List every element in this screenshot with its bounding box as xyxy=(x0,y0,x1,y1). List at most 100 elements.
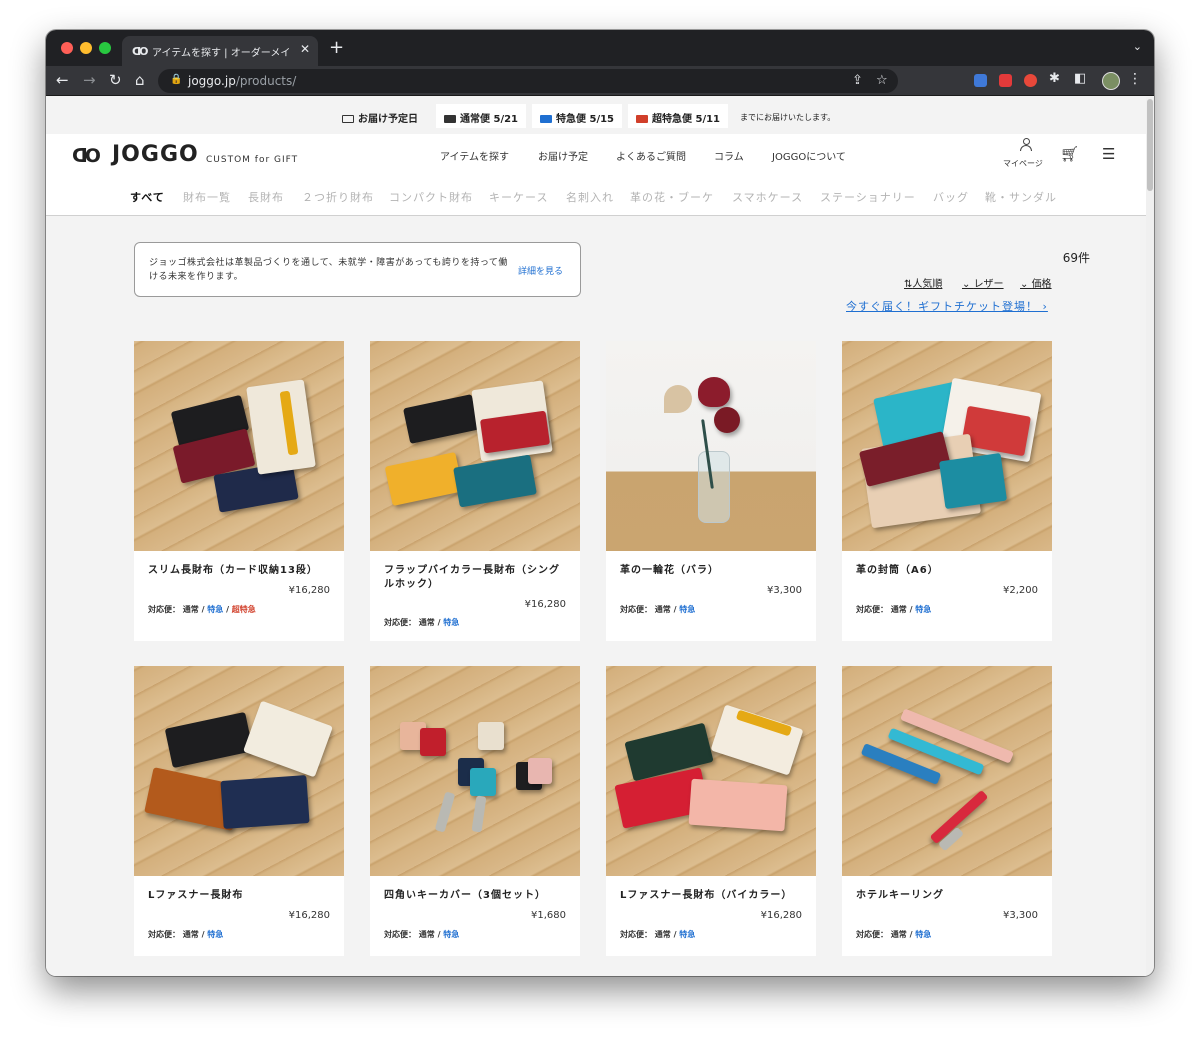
browser-window: ꓷO アイテムを探す | オーダーメイド革 ✕ + ⌄ ← → ↻ ⌂ 🔒 jo… xyxy=(46,30,1154,976)
nav-item-delivery[interactable]: お届け予定 xyxy=(538,148,588,163)
category-leather-flowers[interactable]: 革の花・ブーケ xyxy=(630,189,714,205)
tab-search-chevron-icon[interactable]: ⌄ xyxy=(1133,40,1142,53)
notice-details-link[interactable]: 詳細を見る xyxy=(518,264,563,277)
delivery-bar: お届け予定日 通常便 5/21 特急便 5/15 超特急便 5/11 までにお届… xyxy=(46,97,1146,134)
product-image[interactable] xyxy=(842,666,1052,876)
product-name[interactable]: 革の封筒（A6） xyxy=(856,564,1040,578)
tab-strip: ꓷO アイテムを探す | オーダーメイド革 ✕ + ⌄ xyxy=(46,30,1154,66)
joggo-logo-icon[interactable]: ꓷO xyxy=(72,145,101,167)
product-image[interactable] xyxy=(606,341,816,551)
mission-notice: ジョッゴ株式会社は革製品づくりを通して、未就学・障害があっても誇りを持って働ける… xyxy=(134,242,581,297)
filter-price-dropdown[interactable]: ⌄ 価格 xyxy=(1020,275,1052,290)
gift-ticket-link[interactable]: 今すぐ届く！ギフトチケット登場！ › xyxy=(846,298,1048,314)
share-icon[interactable]: ⇪ xyxy=(852,73,863,88)
logo[interactable]: JOGGO xyxy=(112,142,199,167)
normal-delivery-badge: 通常便 5/21 xyxy=(436,104,527,128)
extension-blue-icon[interactable] xyxy=(974,74,987,87)
web-page: お届け予定日 通常便 5/21 特急便 5/15 超特急便 5/11 までにお届… xyxy=(46,97,1146,976)
product-price: ¥1,680 xyxy=(531,910,566,921)
nav-item-products[interactable]: アイテムを探す xyxy=(440,148,509,163)
scrollbar-thumb[interactable] xyxy=(1147,99,1153,191)
cart-icon[interactable]: 🛒︎ xyxy=(1060,145,1079,163)
profile-avatar[interactable] xyxy=(1102,72,1120,90)
sort-popular-button[interactable]: ⇅人気順 xyxy=(904,275,942,290)
close-window-button[interactable] xyxy=(61,42,73,54)
product-name[interactable]: 四角いキーカバー（3個セット） xyxy=(384,889,568,903)
product-name[interactable]: Lファスナー長財布（バイカラー） xyxy=(620,889,804,903)
hamburger-menu-icon[interactable]: ☰ xyxy=(1102,145,1115,163)
forward-arrow-icon[interactable]: → xyxy=(83,71,96,89)
product-image[interactable] xyxy=(134,666,344,876)
product-name[interactable]: フラップバイカラー長財布（シングルホック） xyxy=(384,564,568,592)
product-name[interactable]: 革の一輪花（バラ） xyxy=(620,564,804,578)
browser-tab[interactable]: ꓷO アイテムを探す | オーダーメイド革 ✕ xyxy=(122,36,318,66)
mypage-label[interactable]: マイページ xyxy=(1003,158,1043,169)
super-express-delivery-badge: 超特急便 5/11 xyxy=(628,104,729,128)
tab-close-icon[interactable]: ✕ xyxy=(300,42,310,56)
category-key-cases[interactable]: キーケース xyxy=(489,189,548,205)
category-bifold-wallets[interactable]: ２つ折り財布 xyxy=(302,189,374,205)
category-stationery[interactable]: ステーショナリー xyxy=(820,189,916,205)
page-scrollbar[interactable] xyxy=(1146,97,1154,976)
product-price: ¥3,300 xyxy=(1003,910,1038,921)
delivery-suffix: までにお届けいたします。 xyxy=(740,113,836,122)
product-name[interactable]: Lファスナー長財布 xyxy=(148,889,332,903)
bookmark-star-icon[interactable]: ☆ xyxy=(876,73,888,88)
truck-icon xyxy=(636,115,648,123)
product-name[interactable]: ホテルキーリング xyxy=(856,889,1040,903)
url-text[interactable]: joggo.jp/products/ xyxy=(188,74,296,88)
product-image[interactable] xyxy=(842,341,1052,551)
shipping-options: 対応便： 通常 / 特急 xyxy=(148,930,224,939)
product-price: ¥16,280 xyxy=(760,910,802,921)
product-card[interactable]: スリム長財布（カード収納13段） ¥16,280 対応便： 通常 / 特急 / … xyxy=(134,341,344,641)
extension-red-video-icon[interactable] xyxy=(999,74,1012,87)
product-name[interactable]: スリム長財布（カード収納13段） xyxy=(148,564,332,578)
category-card-cases[interactable]: 名刺入れ xyxy=(566,189,614,205)
extension-red-circle-icon[interactable] xyxy=(1024,74,1037,87)
home-icon[interactable]: ⌂ xyxy=(135,71,145,89)
browser-menu-icon[interactable]: ⋮ xyxy=(1128,71,1142,87)
category-wallets[interactable]: 財布一覧 xyxy=(183,189,231,205)
filter-leather-dropdown[interactable]: ⌄ レザー xyxy=(962,275,1004,290)
product-card[interactable]: 四角いキーカバー（3個セット） ¥1,680 対応便： 通常 / 特急 xyxy=(370,666,580,956)
category-shoes[interactable]: 靴・サンダル xyxy=(985,189,1057,205)
address-bar[interactable]: 🔒 joggo.jp/products/ ⇪ ☆ xyxy=(158,69,898,93)
extensions-puzzle-icon[interactable]: ✱ xyxy=(1049,71,1060,86)
delivery-truck-icon xyxy=(342,115,354,123)
logo-subtitle: CUSTOM for GIFT xyxy=(206,155,299,165)
product-image[interactable] xyxy=(370,341,580,551)
nav-item-about[interactable]: JOGGOについて xyxy=(772,148,846,163)
zoom-window-button[interactable] xyxy=(99,42,111,54)
category-phone-cases[interactable]: スマホケース xyxy=(732,189,803,205)
side-panel-icon[interactable]: ◧ xyxy=(1074,71,1086,86)
category-long-wallets[interactable]: 長財布 xyxy=(248,189,284,205)
minimize-window-button[interactable] xyxy=(80,42,92,54)
product-price: ¥2,200 xyxy=(1003,585,1038,596)
back-arrow-icon[interactable]: ← xyxy=(56,71,69,89)
user-icon[interactable] xyxy=(1020,138,1032,151)
product-price: ¥16,280 xyxy=(524,599,566,610)
reload-icon[interactable]: ↻ xyxy=(109,71,122,89)
product-image[interactable] xyxy=(370,666,580,876)
shipping-options: 対応便： 通常 / 特急 xyxy=(620,605,696,614)
category-bags[interactable]: バッグ xyxy=(933,189,969,205)
product-image[interactable] xyxy=(134,341,344,551)
category-nav: すべて 財布一覧 長財布 ２つ折り財布 コンパクト財布 キーケース 名刺入れ 革… xyxy=(46,176,1146,216)
product-card[interactable]: 革の封筒（A6） ¥2,200 対応便： 通常 / 特急 xyxy=(842,341,1052,641)
category-compact-wallets[interactable]: コンパクト財布 xyxy=(389,189,473,205)
product-price: ¥16,280 xyxy=(288,585,330,596)
nav-item-column[interactable]: コラム xyxy=(714,148,744,163)
product-card[interactable]: 革の一輪花（バラ） ¥3,300 対応便： 通常 / 特急 xyxy=(606,341,816,641)
shipping-options: 対応便： 通常 / 特急 xyxy=(384,618,460,627)
product-card[interactable]: フラップバイカラー長財布（シングルホック） ¥16,280 対応便： 通常 / … xyxy=(370,341,580,641)
result-count: 69件 xyxy=(1062,251,1090,265)
new-tab-button[interactable]: + xyxy=(329,37,344,58)
product-card[interactable]: ホテルキーリング ¥3,300 対応便： 通常 / 特急 xyxy=(842,666,1052,956)
shipping-options: 対応便： 通常 / 特急 xyxy=(856,930,932,939)
shipping-options: 対応便： 通常 / 特急 / 超特急 xyxy=(148,605,256,614)
category-all[interactable]: すべて xyxy=(130,189,165,205)
nav-item-faq[interactable]: よくあるご質問 xyxy=(616,148,686,163)
product-image[interactable] xyxy=(606,666,816,876)
product-card[interactable]: Lファスナー長財布 ¥16,280 対応便： 通常 / 特急 xyxy=(134,666,344,956)
product-card[interactable]: Lファスナー長財布（バイカラー） ¥16,280 対応便： 通常 / 特急 xyxy=(606,666,816,956)
